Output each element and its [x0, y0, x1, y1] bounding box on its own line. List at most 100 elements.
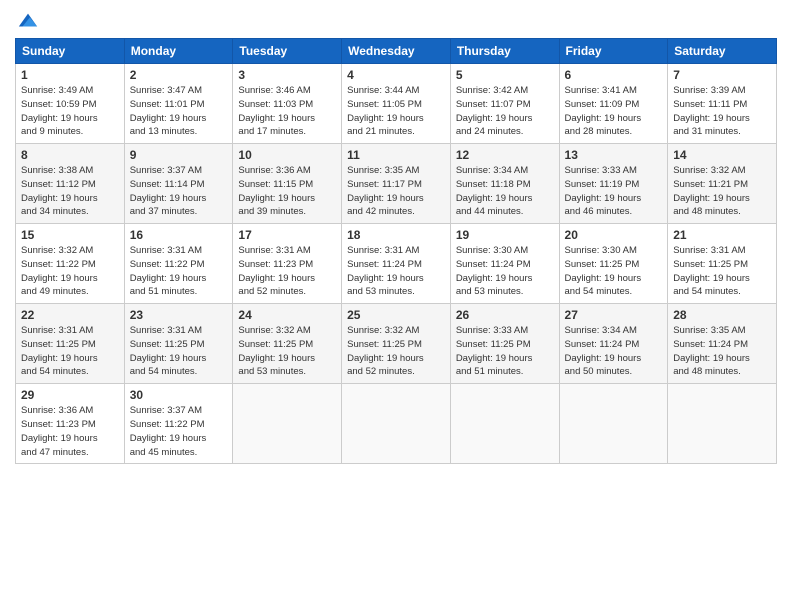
week-row-2: 8 Sunrise: 3:38 AM Sunset: 11:12 PM Dayli… [16, 144, 777, 224]
day-cell-2: 2 Sunrise: 3:47 AM Sunset: 11:01 PM Dayli… [124, 64, 233, 144]
day-info: Sunrise: 3:49 AM Sunset: 10:59 PM Daylig… [21, 84, 119, 139]
day-header-saturday: Saturday [668, 39, 777, 64]
week-row-4: 22 Sunrise: 3:31 AM Sunset: 11:25 PM Dayl… [16, 304, 777, 384]
day-cell-6: 6 Sunrise: 3:41 AM Sunset: 11:09 PM Dayli… [559, 64, 668, 144]
day-info: Sunrise: 3:31 AM Sunset: 11:23 PM Daylig… [238, 244, 336, 299]
day-info: Sunrise: 3:35 AM Sunset: 11:24 PM Daylig… [673, 324, 771, 379]
day-info: Sunrise: 3:46 AM Sunset: 11:03 PM Daylig… [238, 84, 336, 139]
day-info: Sunrise: 3:31 AM Sunset: 11:25 PM Daylig… [21, 324, 119, 379]
day-info: Sunrise: 3:31 AM Sunset: 11:25 PM Daylig… [673, 244, 771, 299]
day-info: Sunrise: 3:31 AM Sunset: 11:24 PM Daylig… [347, 244, 445, 299]
logo [15, 10, 39, 32]
day-number: 5 [456, 68, 554, 82]
calendar-header-row: SundayMondayTuesdayWednesdayThursdayFrid… [16, 39, 777, 64]
day-cell-13: 13 Sunrise: 3:33 AM Sunset: 11:19 PM Dayl… [559, 144, 668, 224]
day-info: Sunrise: 3:32 AM Sunset: 11:21 PM Daylig… [673, 164, 771, 219]
day-number: 13 [565, 148, 663, 162]
day-cell-14: 14 Sunrise: 3:32 AM Sunset: 11:21 PM Dayl… [668, 144, 777, 224]
day-cell-3: 3 Sunrise: 3:46 AM Sunset: 11:03 PM Dayli… [233, 64, 342, 144]
day-info: Sunrise: 3:39 AM Sunset: 11:11 PM Daylig… [673, 84, 771, 139]
day-number: 10 [238, 148, 336, 162]
day-info: Sunrise: 3:33 AM Sunset: 11:25 PM Daylig… [456, 324, 554, 379]
day-number: 30 [130, 388, 228, 402]
day-cell-16: 16 Sunrise: 3:31 AM Sunset: 11:22 PM Dayl… [124, 224, 233, 304]
day-cell-20: 20Sunrise: 3:30 AM Sunset: 11:25 PM Dayl… [559, 224, 668, 304]
day-cell-19: 19 Sunrise: 3:30 AM Sunset: 11:24 PM Dayl… [450, 224, 559, 304]
day-number: 7 [673, 68, 771, 82]
day-header-friday: Friday [559, 39, 668, 64]
day-cell-26: 26 Sunrise: 3:33 AM Sunset: 11:25 PM Dayl… [450, 304, 559, 384]
day-cell-18: 18 Sunrise: 3:31 AM Sunset: 11:24 PM Dayl… [342, 224, 451, 304]
day-number: 1 [21, 68, 119, 82]
day-info: Sunrise: 3:31 AM Sunset: 11:25 PM Daylig… [130, 324, 228, 379]
day-header-monday: Monday [124, 39, 233, 64]
empty-cell [233, 384, 342, 464]
day-number: 25 [347, 308, 445, 322]
empty-cell [342, 384, 451, 464]
day-info: Sunrise: 3:36 AM Sunset: 11:15 PM Daylig… [238, 164, 336, 219]
day-info: Sunrise: 3:47 AM Sunset: 11:01 PM Daylig… [130, 84, 228, 139]
day-number: 4 [347, 68, 445, 82]
day-cell-29: 29 Sunrise: 3:36 AM Sunset: 11:23 PM Dayl… [16, 384, 125, 464]
day-info: Sunrise: 3:36 AM Sunset: 11:23 PM Daylig… [21, 404, 119, 459]
day-cell-1: 1 Sunrise: 3:49 AM Sunset: 10:59 PM Dayli… [16, 64, 125, 144]
day-number: 15 [21, 228, 119, 242]
day-cell-10: 10 Sunrise: 3:36 AM Sunset: 11:15 PM Dayl… [233, 144, 342, 224]
day-number: 18 [347, 228, 445, 242]
week-row-1: 1 Sunrise: 3:49 AM Sunset: 10:59 PM Dayli… [16, 64, 777, 144]
empty-cell [450, 384, 559, 464]
day-header-tuesday: Tuesday [233, 39, 342, 64]
day-cell-17: 17Sunrise: 3:31 AM Sunset: 11:23 PM Dayl… [233, 224, 342, 304]
day-info: Sunrise: 3:41 AM Sunset: 11:09 PM Daylig… [565, 84, 663, 139]
day-cell-27: 27Sunrise: 3:34 AM Sunset: 11:24 PM Dayl… [559, 304, 668, 384]
day-info: Sunrise: 3:38 AM Sunset: 11:12 PM Daylig… [21, 164, 119, 219]
page: SundayMondayTuesdayWednesdayThursdayFrid… [0, 0, 792, 612]
empty-cell [559, 384, 668, 464]
day-info: Sunrise: 3:33 AM Sunset: 11:19 PM Daylig… [565, 164, 663, 219]
day-cell-4: 4 Sunrise: 3:44 AM Sunset: 11:05 PM Dayli… [342, 64, 451, 144]
day-info: Sunrise: 3:34 AM Sunset: 11:18 PM Daylig… [456, 164, 554, 219]
day-number: 3 [238, 68, 336, 82]
header [15, 10, 777, 32]
day-number: 26 [456, 308, 554, 322]
day-cell-23: 23Sunrise: 3:31 AM Sunset: 11:25 PM Dayl… [124, 304, 233, 384]
empty-cell [668, 384, 777, 464]
day-info: Sunrise: 3:30 AM Sunset: 11:24 PM Daylig… [456, 244, 554, 299]
day-cell-21: 21 Sunrise: 3:31 AM Sunset: 11:25 PM Dayl… [668, 224, 777, 304]
logo-icon [17, 10, 39, 32]
day-number: 6 [565, 68, 663, 82]
day-cell-15: 15Sunrise: 3:32 AM Sunset: 11:22 PM Dayl… [16, 224, 125, 304]
day-info: Sunrise: 3:44 AM Sunset: 11:05 PM Daylig… [347, 84, 445, 139]
day-number: 2 [130, 68, 228, 82]
day-number: 27 [565, 308, 663, 322]
day-cell-5: 5Sunrise: 3:42 AM Sunset: 11:07 PM Dayli… [450, 64, 559, 144]
day-number: 12 [456, 148, 554, 162]
day-number: 28 [673, 308, 771, 322]
day-info: Sunrise: 3:32 AM Sunset: 11:25 PM Daylig… [238, 324, 336, 379]
day-cell-28: 28 Sunrise: 3:35 AM Sunset: 11:24 PM Dayl… [668, 304, 777, 384]
day-number: 14 [673, 148, 771, 162]
day-header-sunday: Sunday [16, 39, 125, 64]
day-number: 16 [130, 228, 228, 242]
day-number: 19 [456, 228, 554, 242]
day-number: 8 [21, 148, 119, 162]
day-info: Sunrise: 3:32 AM Sunset: 11:25 PM Daylig… [347, 324, 445, 379]
day-number: 11 [347, 148, 445, 162]
day-number: 9 [130, 148, 228, 162]
day-info: Sunrise: 3:30 AM Sunset: 11:25 PM Daylig… [565, 244, 663, 299]
day-cell-8: 8 Sunrise: 3:38 AM Sunset: 11:12 PM Dayli… [16, 144, 125, 224]
week-row-3: 15Sunrise: 3:32 AM Sunset: 11:22 PM Dayl… [16, 224, 777, 304]
day-header-wednesday: Wednesday [342, 39, 451, 64]
week-row-5: 29 Sunrise: 3:36 AM Sunset: 11:23 PM Dayl… [16, 384, 777, 464]
day-number: 29 [21, 388, 119, 402]
day-number: 21 [673, 228, 771, 242]
day-cell-30: 30Sunrise: 3:37 AM Sunset: 11:22 PM Dayl… [124, 384, 233, 464]
day-info: Sunrise: 3:31 AM Sunset: 11:22 PM Daylig… [130, 244, 228, 299]
day-cell-7: 7 Sunrise: 3:39 AM Sunset: 11:11 PM Dayli… [668, 64, 777, 144]
day-cell-22: 22 Sunrise: 3:31 AM Sunset: 11:25 PM Dayl… [16, 304, 125, 384]
day-header-thursday: Thursday [450, 39, 559, 64]
day-info: Sunrise: 3:35 AM Sunset: 11:17 PM Daylig… [347, 164, 445, 219]
day-cell-12: 12 Sunrise: 3:34 AM Sunset: 11:18 PM Dayl… [450, 144, 559, 224]
day-number: 22 [21, 308, 119, 322]
day-cell-25: 25 Sunrise: 3:32 AM Sunset: 11:25 PM Dayl… [342, 304, 451, 384]
